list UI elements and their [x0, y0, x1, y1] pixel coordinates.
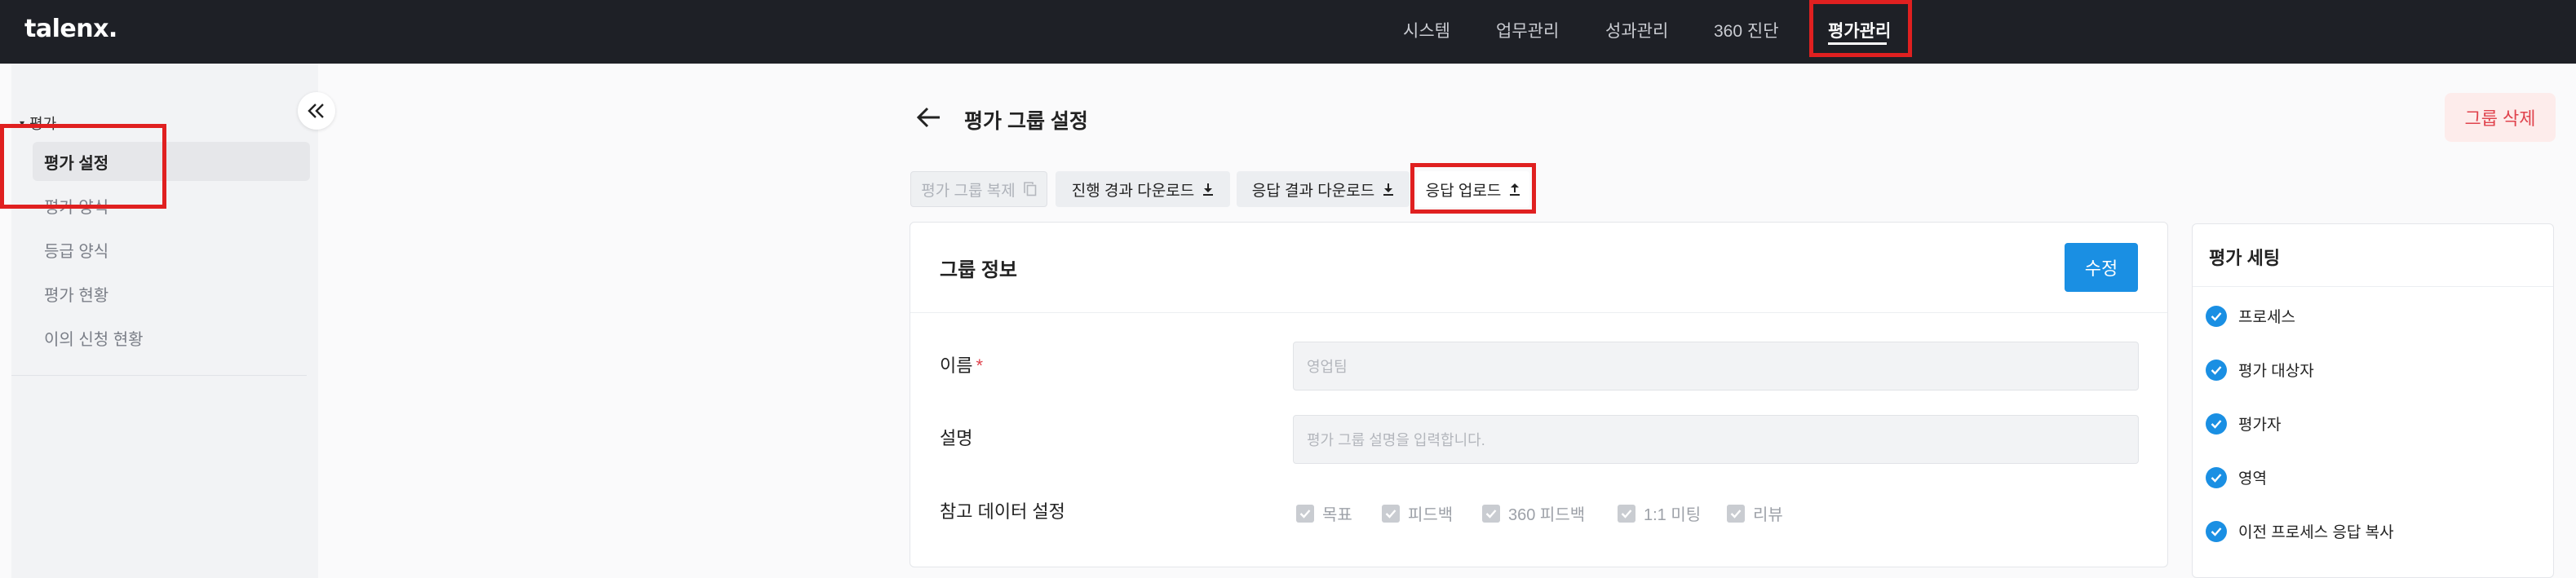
check-circle-icon: [2206, 520, 2227, 542]
check-circle-icon: [2206, 305, 2227, 327]
page-title: 평가 그룹 설정: [964, 110, 1088, 133]
reference-option-360-feedback[interactable]: 360 피드백: [1482, 501, 1585, 525]
check-circle-icon: [2206, 359, 2227, 381]
copy-group-button: 평가 그룹 복제: [910, 171, 1047, 207]
settings-step-evaluatees[interactable]: 평가 대상자: [2206, 359, 2314, 381]
sidebar-item-grade-forms[interactable]: 등급 양식: [44, 238, 108, 262]
sidebar-group-evaluation[interactable]: ▾ 평가: [20, 113, 56, 134]
checkbox-checked-icon: [1296, 504, 1314, 523]
sidebar-item-evaluation-forms[interactable]: 평가 양식: [44, 194, 108, 218]
name-field-label: 이름 *: [940, 351, 983, 377]
brand-logo[interactable]: talenx.: [24, 15, 117, 43]
description-input[interactable]: 평가 그룹 설명을 입력합니다.: [1293, 415, 2139, 464]
reference-option-goal[interactable]: 목표: [1296, 501, 1352, 525]
reference-option-label: 목표: [1322, 506, 1352, 524]
check-circle-icon: [2206, 466, 2227, 488]
check-circle-icon: [2206, 413, 2227, 435]
caret-down-icon: ▾: [20, 117, 25, 129]
progress-download-button[interactable]: 진행 경과 다운로드: [1056, 171, 1230, 207]
top-navigation-bar: talenx. 시스템 업무관리 성과관리 360 진단 평가관리: [0, 0, 2576, 64]
reference-option-feedback[interactable]: 피드백: [1382, 501, 1453, 525]
name-label-text: 이름: [940, 355, 973, 376]
reference-option-1on1-meeting[interactable]: 1:1 미팅: [1618, 501, 1701, 525]
settings-title: 평가 세팅: [2209, 248, 2281, 268]
copy-group-label: 평가 그룹 복제: [921, 182, 1016, 200]
download-icon: [1383, 183, 1394, 196]
sidebar-item-appeal-status[interactable]: 이의 신청 현황: [44, 326, 144, 350]
double-chevron-left-icon: [308, 104, 324, 118]
required-mark: *: [976, 355, 984, 376]
reference-data-label: 참고 데이터 설정: [940, 501, 1065, 522]
checkbox-checked-icon: [1482, 504, 1500, 523]
group-info-title: 그룹 정보: [940, 259, 1017, 281]
settings-step-process[interactable]: 프로세스: [2206, 305, 2295, 327]
reference-option-label: 리뷰: [1753, 506, 1783, 524]
active-nav-indicator: [1828, 42, 1887, 45]
sidebar-item-evaluation-status[interactable]: 평가 현황: [44, 282, 108, 306]
sidebar-group-label: 평가: [29, 116, 57, 132]
reference-option-label: 360 피드백: [1508, 506, 1586, 524]
card-divider: [910, 312, 2167, 313]
checkbox-checked-icon: [1727, 504, 1745, 523]
name-input[interactable]: 영업팀: [1293, 342, 2139, 390]
reference-option-label: 1:1 미팅: [1644, 506, 1702, 524]
settings-step-label: 평가 대상자: [2238, 363, 2314, 380]
group-info-card: 그룹 정보 수정 이름 * 영업팀 설명 평가 그룹 설명을 입력합니다. 참고 …: [910, 222, 2168, 567]
reference-option-label: 피드백: [1408, 506, 1454, 524]
delete-group-button[interactable]: 그룹 삭제: [2445, 93, 2556, 142]
settings-step-label: 프로세스: [2238, 309, 2295, 326]
reference-option-review[interactable]: 리뷰: [1727, 501, 1783, 525]
response-download-label: 응답 결과 다운로드: [1251, 182, 1375, 200]
sidebar-item-evaluation-settings[interactable]: 평가 설정: [44, 150, 108, 174]
settings-step-evaluators[interactable]: 평가자: [2206, 413, 2281, 435]
collapse-sidebar-button[interactable]: [298, 92, 335, 130]
response-download-button[interactable]: 응답 결과 다운로드: [1237, 171, 1410, 207]
sidebar: [11, 64, 318, 578]
sidebar-divider: [11, 375, 307, 376]
description-field-label: 설명: [940, 428, 973, 448]
checkbox-checked-icon: [1382, 504, 1400, 523]
nav-item-work-management[interactable]: 업무관리: [1496, 18, 1559, 42]
settings-step-label: 영역: [2238, 470, 2267, 488]
response-upload-button[interactable]: 응답 업로드: [1417, 171, 1529, 207]
nav-item-360-diagnosis[interactable]: 360 진단: [1714, 18, 1779, 42]
response-upload-label: 응답 업로드: [1425, 182, 1502, 200]
back-button[interactable]: [915, 104, 945, 130]
nav-item-system[interactable]: 시스템: [1403, 18, 1450, 42]
checkbox-checked-icon: [1618, 504, 1635, 523]
arrow-left-icon: [916, 107, 940, 128]
settings-step-label: 평가자: [2238, 417, 2282, 434]
settings-step-areas[interactable]: 영역: [2206, 466, 2267, 488]
download-icon: [1203, 183, 1214, 196]
progress-download-label: 진행 경과 다운로드: [1071, 182, 1195, 200]
settings-step-copy-previous-responses[interactable]: 이전 프로세스 응답 복사: [2206, 520, 2394, 542]
nav-item-performance-management[interactable]: 성과관리: [1605, 18, 1668, 42]
settings-step-label: 이전 프로세스 응답 복사: [2238, 524, 2394, 541]
copy-icon: [1023, 182, 1037, 196]
nav-item-evaluation-management[interactable]: 평가관리: [1828, 18, 1891, 42]
edit-button[interactable]: 수정: [2065, 243, 2138, 292]
upload-icon: [1510, 183, 1520, 196]
evaluation-settings-panel: 평가 세팅 프로세스 평가 대상자 평가자 영역 이전 프로세스 응답 복사: [2192, 223, 2554, 578]
settings-divider: [2193, 286, 2553, 287]
